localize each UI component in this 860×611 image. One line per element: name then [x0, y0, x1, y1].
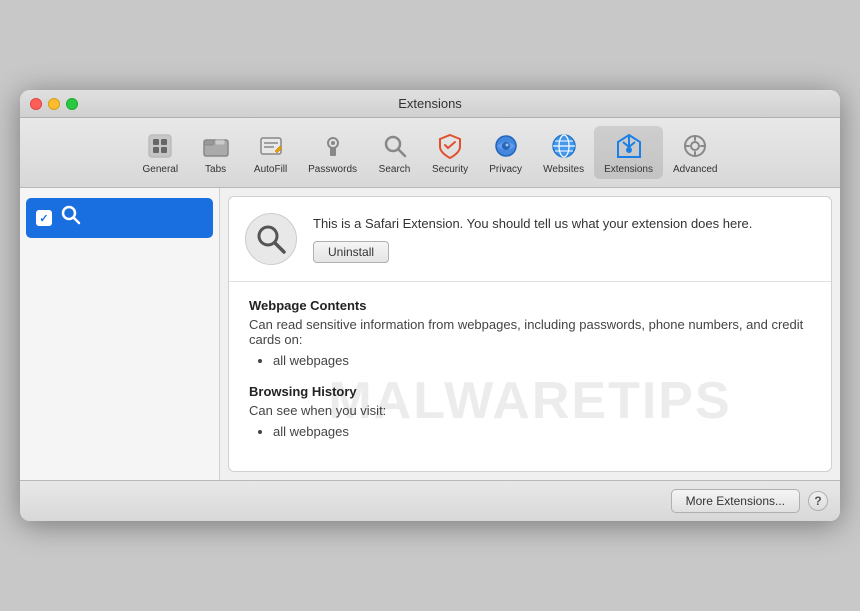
uninstall-button[interactable]: Uninstall	[313, 241, 389, 263]
extensions-icon	[613, 130, 645, 162]
toolbar-item-privacy[interactable]: Privacy	[478, 126, 533, 179]
list-item: all webpages	[273, 353, 811, 368]
browsing-history-desc: Can see when you visit:	[249, 403, 811, 418]
minimize-button[interactable]	[48, 98, 60, 110]
webpage-contents-desc: Can read sensitive information from webp…	[249, 317, 811, 347]
extension-icon	[245, 213, 297, 265]
sidebar: ✓	[20, 188, 220, 480]
checkmark-icon: ✓	[39, 212, 48, 225]
main-content: ✓ MALWARETIPS	[20, 188, 840, 480]
extension-sidebar-icon	[60, 204, 82, 232]
search-label: Search	[379, 164, 411, 175]
toolbar: General Tabs Auto	[20, 118, 840, 188]
browsing-history-title: Browsing History	[249, 384, 811, 399]
autofill-label: AutoFill	[254, 164, 287, 175]
websites-label: Websites	[543, 164, 584, 175]
security-label: Security	[432, 164, 468, 175]
close-button[interactable]	[30, 98, 42, 110]
passwords-label: Passwords	[308, 164, 357, 175]
toolbar-item-security[interactable]: Security	[422, 126, 478, 179]
webpage-contents-title: Webpage Contents	[249, 298, 811, 313]
general-label: General	[143, 164, 179, 175]
window-title: Extensions	[398, 96, 462, 111]
traffic-lights	[30, 98, 78, 110]
general-icon	[144, 130, 176, 162]
extension-description: This is a Safari Extension. You should t…	[313, 215, 815, 233]
autofill-icon	[255, 130, 287, 162]
extension-checkbox[interactable]: ✓	[36, 210, 52, 226]
privacy-icon	[490, 130, 522, 162]
bottom-bar: More Extensions... ?	[20, 480, 840, 521]
permission-section-browsing: Browsing History Can see when you visit:…	[249, 384, 811, 439]
websites-icon	[548, 130, 580, 162]
tabs-label: Tabs	[205, 164, 226, 175]
toolbar-item-extensions[interactable]: Extensions	[594, 126, 663, 179]
search-icon	[379, 130, 411, 162]
extension-permissions: Webpage Contents Can read sensitive info…	[229, 282, 831, 471]
main-window: Extensions General	[20, 90, 840, 521]
list-item: all webpages	[273, 424, 811, 439]
extension-header-text: This is a Safari Extension. You should t…	[313, 215, 815, 263]
security-icon	[434, 130, 466, 162]
toolbar-item-tabs[interactable]: Tabs	[188, 126, 243, 179]
permission-section-webpage: Webpage Contents Can read sensitive info…	[249, 298, 811, 368]
toolbar-item-passwords[interactable]: Passwords	[298, 126, 367, 179]
toolbar-item-autofill[interactable]: AutoFill	[243, 126, 298, 179]
maximize-button[interactable]	[66, 98, 78, 110]
advanced-label: Advanced	[673, 164, 717, 175]
titlebar: Extensions	[20, 90, 840, 118]
extension-header: This is a Safari Extension. You should t…	[229, 197, 831, 282]
privacy-label: Privacy	[489, 164, 522, 175]
detail-panel: MALWARETIPS This is a Safari Extension. …	[228, 196, 832, 472]
advanced-icon	[679, 130, 711, 162]
more-extensions-button[interactable]: More Extensions...	[671, 489, 800, 513]
tabs-icon	[200, 130, 232, 162]
help-button[interactable]: ?	[808, 491, 828, 511]
toolbar-item-search[interactable]: Search	[367, 126, 422, 179]
webpage-contents-list: all webpages	[249, 353, 811, 368]
toolbar-item-advanced[interactable]: Advanced	[663, 126, 727, 179]
toolbar-item-general[interactable]: General	[133, 126, 189, 179]
browsing-history-list: all webpages	[249, 424, 811, 439]
sidebar-item-search-ext[interactable]: ✓	[26, 198, 213, 238]
toolbar-item-websites[interactable]: Websites	[533, 126, 594, 179]
extensions-label: Extensions	[604, 164, 653, 175]
passwords-icon	[317, 130, 349, 162]
